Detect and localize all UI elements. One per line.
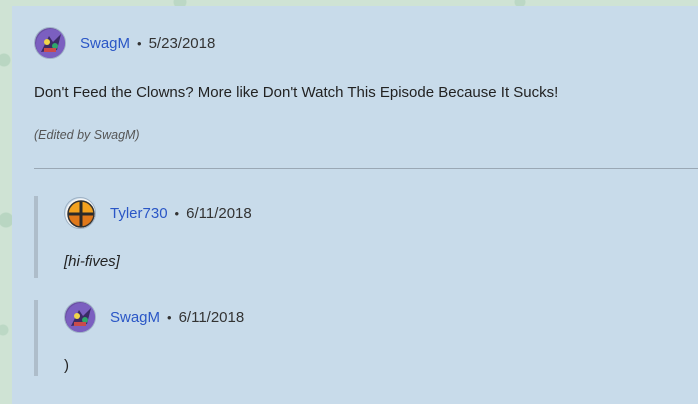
comment-item: SwagM • 5/23/2018 Don't Feed the Clowns?… [34, 26, 558, 142]
reply-item: SwagM • 6/11/2018 ) [64, 300, 244, 374]
reply-meta: SwagM • 6/11/2018 [64, 300, 244, 334]
comment-text: Don't Feed the Clowns? More like Don't W… [34, 84, 559, 101]
comment-meta: SwagM • 5/23/2018 [34, 26, 215, 60]
comment-username-link[interactable]: SwagM [80, 35, 130, 52]
comment-date: 5/23/2018 [148, 34, 216, 52]
reply-thread-bar [34, 196, 38, 278]
swagm-avatar-icon[interactable] [34, 27, 66, 59]
meta-separator: • [167, 309, 172, 325]
reply-date: 6/11/2018 [186, 204, 252, 222]
comment-edited-note: (Edited by SwagM) [34, 128, 140, 142]
reply-thread-bar [34, 300, 38, 376]
comment-divider [34, 168, 698, 169]
reply-meta: Tyler730 • 6/11/2018 [64, 196, 252, 230]
reply-item: Tyler730 • 6/11/2018 [hi-fives] [64, 196, 252, 270]
reply-text: ) [64, 357, 69, 374]
reply-username-link[interactable]: SwagM [110, 309, 160, 326]
meta-separator: • [137, 35, 142, 51]
meta-separator: • [174, 205, 180, 221]
reply-date: 6/11/2018 [178, 308, 245, 326]
reply-text: [hi-fives] [64, 253, 120, 270]
reply-username-link[interactable]: Tyler730 [110, 205, 168, 222]
swagm-avatar-icon[interactable] [64, 301, 96, 333]
smash-ball-avatar-icon[interactable] [64, 197, 96, 229]
comments-panel: SwagM • 5/23/2018 Don't Feed the Clowns?… [12, 6, 698, 404]
